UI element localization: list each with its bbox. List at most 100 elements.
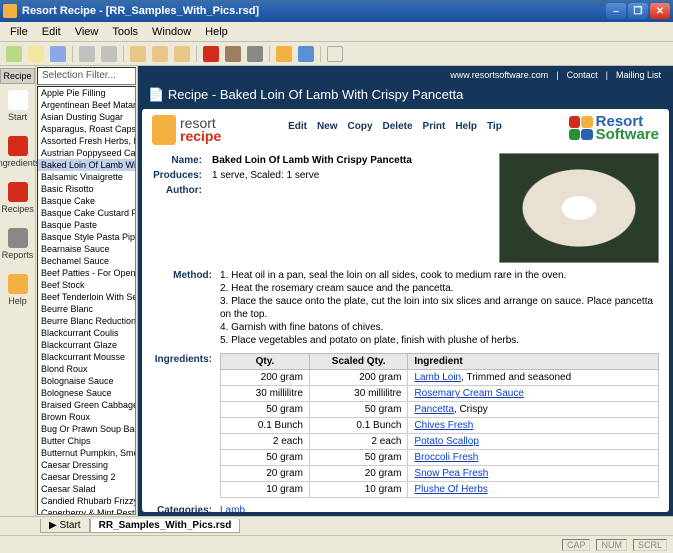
list-item[interactable]: Beef Stock [38,279,135,291]
list-item[interactable]: Assorted Fresh Herbs, Finely [38,135,135,147]
list-item[interactable]: Basque Cake [38,195,135,207]
list-item[interactable]: Blond Roux [38,363,135,375]
list-item[interactable]: Baked Loin Of Lamb With Cr [38,159,135,171]
list-item[interactable]: Bearnaise Sauce [38,243,135,255]
recipe-list[interactable]: Apple Pie FillingArgentinean Beef Matamb… [37,86,136,515]
outlook-reports[interactable]: Reports [0,222,40,268]
menu-help[interactable]: Help [199,24,234,40]
list-item[interactable]: Beurre Blanc [38,303,135,315]
list-item[interactable]: Austrian Poppyseed Cake [38,147,135,159]
list-item[interactable]: Blackcurrant Coulis [38,327,135,339]
ingredient-link[interactable]: Chives Fresh [414,420,473,431]
list-item[interactable]: Brown Roux [38,411,135,423]
ingredients-label: Ingredients: [152,353,212,498]
list-item[interactable]: Beef Patties - For Open Face [38,267,135,279]
list-item[interactable]: Caperberry & Mint Pesto [38,507,135,515]
list-item[interactable]: Bechamel Sauce [38,255,135,267]
status-scrl: SCRL [633,539,667,551]
list-item[interactable]: Caesar Dressing 2 [38,471,135,483]
ingredient-link[interactable]: Rosemary Cream Sauce [414,388,523,399]
menubar: FileEditViewToolsWindowHelp [0,22,673,42]
tip-icon[interactable] [298,46,314,62]
action-delete[interactable]: Delete [383,121,413,132]
outlook-start[interactable]: Start [0,84,40,130]
list-item[interactable]: Beef Tenderloin With Seeded [38,291,135,303]
help-icon[interactable] [276,46,292,62]
action-tip[interactable]: Tip [487,121,502,132]
list-item[interactable]: Braised Green Cabbage Ball [38,399,135,411]
list-item[interactable]: Bolognese Sauce [38,387,135,399]
list-item[interactable]: Caesar Dressing [38,459,135,471]
ingredient-link[interactable]: Potato Scallop [414,436,479,447]
list-item[interactable]: Bug Or Prawn Soup Base [38,423,135,435]
menu-tools[interactable]: Tools [106,24,144,40]
ingredient-link[interactable]: Pancetta [414,404,453,415]
minimize-button[interactable]: – [606,3,626,19]
statusbar: CAPNUMSCRL [0,535,673,553]
tab-start[interactable]: ▶ Start [40,519,90,533]
menu-window[interactable]: Window [146,24,197,40]
list-item[interactable]: Apple Pie Filling [38,87,135,99]
app-icon [3,4,17,18]
link-contact[interactable]: Contact [567,70,598,80]
outlook-ingredients[interactable]: Ingredients [0,130,40,176]
list-item[interactable]: Asparagus, Roast Capsicum, [38,123,135,135]
menu-edit[interactable]: Edit [36,24,67,40]
open-icon[interactable] [28,46,44,62]
ingredient-link[interactable]: Snow Pea Fresh [414,468,488,479]
ingredient-link[interactable]: Plushe Of Herbs [414,484,487,495]
action-new[interactable]: New [317,121,338,132]
menu-view[interactable]: View [69,24,105,40]
action-print[interactable]: Print [423,121,446,132]
ingredient-link[interactable]: Broccoli Fresh [414,452,478,463]
list-item[interactable]: Caesar Salad [38,483,135,495]
list-item[interactable]: Candied Rhubarb Frizzy [38,495,135,507]
save-icon[interactable] [50,46,66,62]
ingredient-icon[interactable] [203,46,219,62]
tab-document[interactable]: RR_Samples_With_Pics.rsd [90,519,241,533]
recipe-list-pane: Selection Filter... Apple Pie FillingArg… [36,66,138,516]
meta-values: Baked Loin Of Lamb With Crispy Pancetta … [212,153,489,263]
list-item[interactable]: Basque Paste [38,219,135,231]
cut-icon[interactable] [130,46,146,62]
list-item[interactable]: Blackcurrant Glaze [38,339,135,351]
outlook-recipes[interactable]: Recipes [0,176,40,222]
menu-file[interactable]: File [4,24,34,40]
action-copy[interactable]: Copy [348,121,373,132]
list-item[interactable]: Balsamic Vinaigrette [38,171,135,183]
table-row: 0.1 Bunch0.1 BunchChives Fresh [221,418,659,434]
copy-icon[interactable] [152,46,168,62]
list-item[interactable]: Basque Style Pasta Piperade [38,231,135,243]
method-body: 1. Heat oil in a pan, seal the loin on a… [220,269,659,347]
table-row: 10 gram10 gramPlushe Of Herbs [221,482,659,498]
category-link[interactable]: Lamb [220,504,659,512]
action-help[interactable]: Help [455,121,477,132]
outlook-tab-recipe[interactable]: Recipe [0,68,35,84]
list-item[interactable]: Butter Chips [38,435,135,447]
close-button[interactable]: ✕ [650,3,670,19]
list-item[interactable]: Basic Risotto [38,183,135,195]
paste-icon[interactable] [174,46,190,62]
list-item[interactable]: Asian Dusting Sugar [38,111,135,123]
list-item[interactable]: Basque Cake Custard Filling [38,207,135,219]
selection-filter[interactable]: Selection Filter... [37,67,136,85]
link-site[interactable]: www.resortsoftware.com [450,70,548,80]
action-edit[interactable]: Edit [288,121,307,132]
about-icon[interactable] [327,46,343,62]
outlook-help[interactable]: Help [0,268,40,314]
recipe-photo [499,153,659,263]
list-item[interactable]: Beurre Blanc Reduction [38,315,135,327]
table-row: 50 gram50 gramPancetta, Crispy [221,402,659,418]
list-item[interactable]: Argentinean Beef Matambre [38,99,135,111]
list-item[interactable]: Bolognaise Sauce [38,375,135,387]
recipe-icon[interactable] [225,46,241,62]
link-mailing[interactable]: Mailing List [616,70,661,80]
preview-icon[interactable] [101,46,117,62]
ingredient-link[interactable]: Lamb Loin [414,372,461,383]
print-icon[interactable] [79,46,95,62]
maximize-button[interactable]: ❐ [628,3,648,19]
list-item[interactable]: Butternut Pumpkin, Smoked [38,447,135,459]
list-item[interactable]: Blackcurrant Mousse [38,351,135,363]
new-icon[interactable] [6,46,22,62]
report-icon[interactable] [247,46,263,62]
